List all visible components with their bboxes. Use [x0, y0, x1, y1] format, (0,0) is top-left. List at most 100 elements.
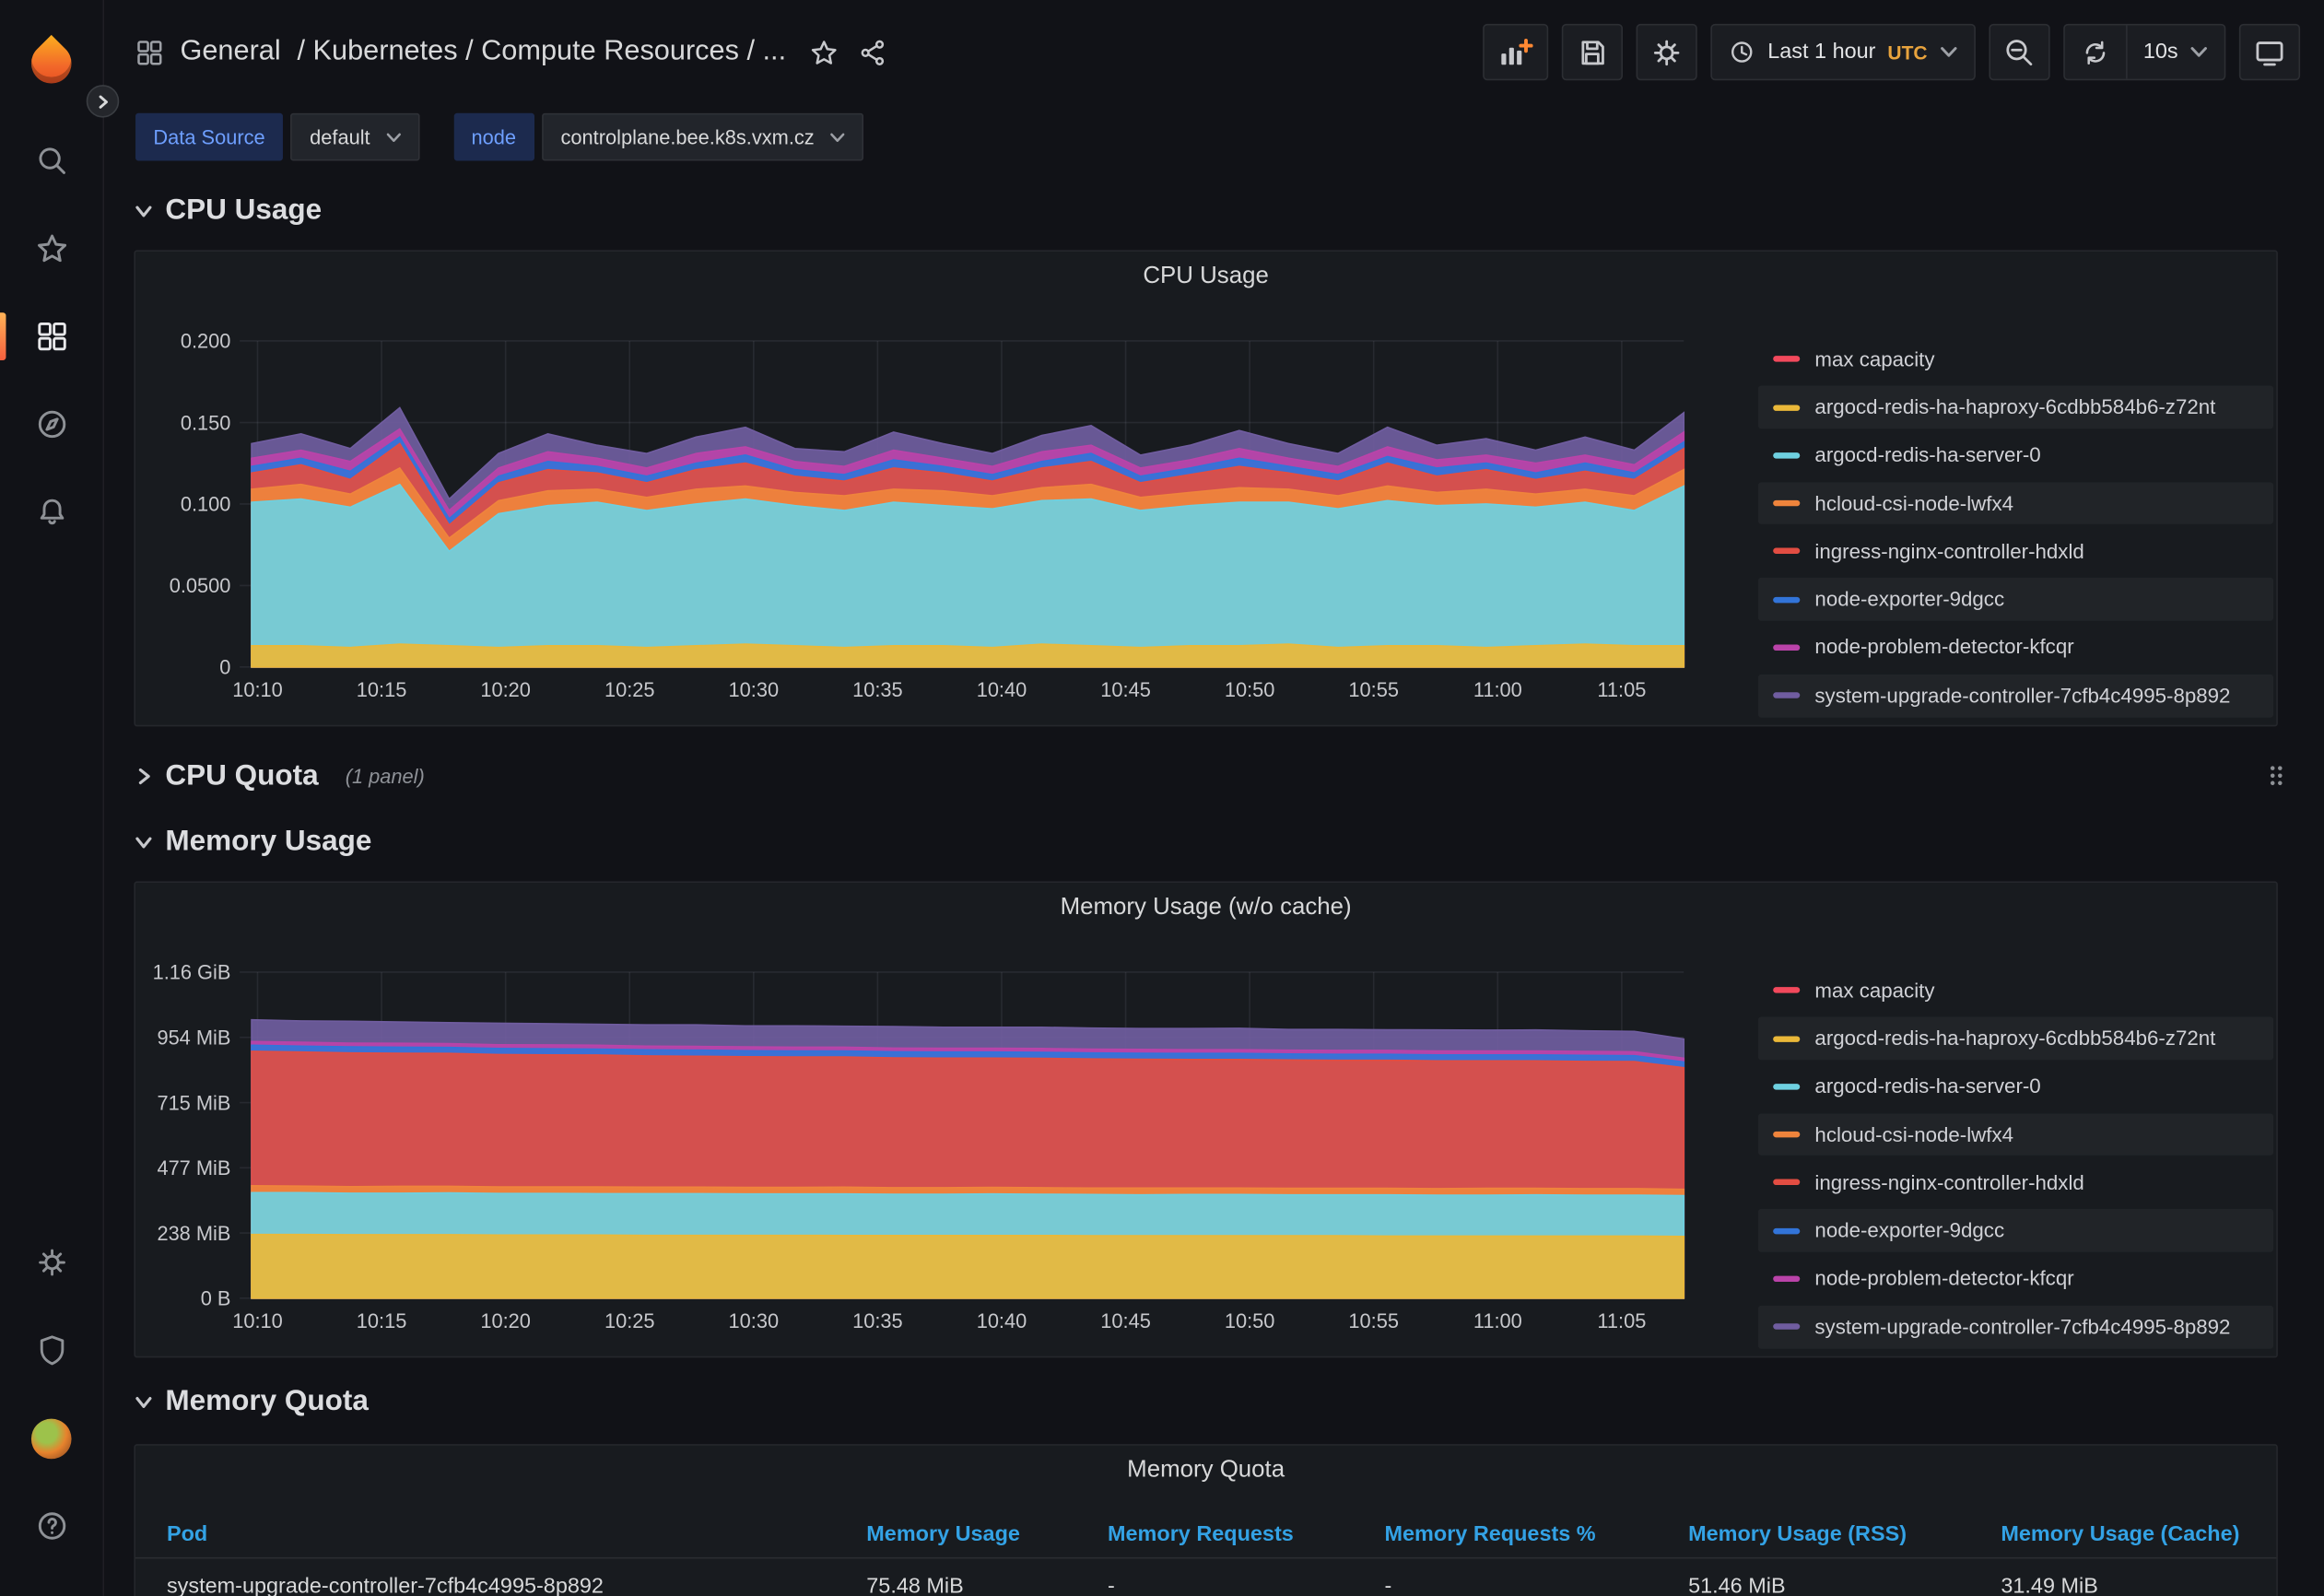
column-header[interactable]: Memory Usage (Cache) [2001, 1522, 2276, 1546]
svg-text:10:10: 10:10 [232, 678, 283, 701]
sidebar-expand-button[interactable] [87, 85, 120, 118]
datasource-variable-select[interactable]: default [290, 113, 419, 161]
zoom-out-time-button[interactable] [1989, 24, 2049, 80]
legend-series-label: system-upgrade-controller-7cfb4c4995-8p8… [1814, 1316, 2230, 1338]
legend-series-color [1773, 1324, 1800, 1330]
legend-series-color [1773, 1179, 1800, 1185]
svg-text:10:25: 10:25 [604, 1309, 655, 1332]
column-header[interactable]: Memory Requests [1108, 1522, 1385, 1546]
save-dashboard-button[interactable] [1562, 24, 1623, 80]
legend-item[interactable]: node-exporter-9dgcc [1758, 1210, 2273, 1252]
section-memory-usage[interactable]: Memory Usage [134, 822, 2300, 861]
dashboards-icon[interactable] [18, 304, 84, 370]
breadcrumb-path[interactable]: / Kubernetes / Compute Resources / ... [297, 36, 786, 69]
node-variable-label[interactable]: node [453, 113, 534, 161]
legend-item[interactable]: node-problem-detector-kfcqr [1758, 627, 2273, 669]
help-icon[interactable] [18, 1493, 84, 1558]
legend-series-label: argocd-redis-ha-haproxy-6cdbb584b6-z72nt [1814, 1027, 2215, 1050]
legend-item[interactable]: hcloud-csi-node-lwfx4 [1758, 482, 2273, 524]
table-cell: - [1385, 1575, 1689, 1596]
alerting-bell-icon[interactable] [18, 479, 84, 545]
section-memory-quota[interactable]: Memory Quota [134, 1381, 2300, 1420]
legend-series-color [1773, 596, 1800, 602]
panel-title[interactable]: Memory Quota [135, 1458, 2276, 1485]
legend-series-label: hcloud-csi-node-lwfx4 [1814, 1123, 2013, 1145]
legend-series-label: max capacity [1814, 980, 1934, 1002]
legend-item[interactable]: argocd-redis-ha-server-0 [1758, 1065, 2273, 1108]
column-header[interactable]: Memory Requests % [1385, 1522, 1689, 1546]
time-range-button[interactable]: Last 1 hour UTC [1712, 25, 1973, 78]
plus-icon [1521, 40, 1532, 50]
svg-text:10:40: 10:40 [977, 678, 1027, 701]
section-cpu-quota[interactable]: CPU Quota (1 panel) [134, 750, 2300, 801]
search-icon[interactable] [18, 128, 84, 194]
svg-text:11:05: 11:05 [1597, 678, 1646, 701]
legend-item[interactable]: ingress-nginx-controller-hdxld [1758, 1161, 2273, 1203]
svg-text:0.150: 0.150 [181, 411, 231, 434]
section-cpu-usage[interactable]: CPU Usage [134, 191, 2300, 229]
refresh-button[interactable] [2064, 25, 2125, 78]
favorite-star-icon[interactable] [810, 38, 839, 66]
share-icon[interactable] [859, 38, 887, 66]
legend-item[interactable]: node-problem-detector-kfcqr [1758, 1258, 2273, 1300]
table-cell: - [1108, 1575, 1385, 1596]
svg-text:10:45: 10:45 [1100, 678, 1151, 701]
svg-text:10:35: 10:35 [852, 1309, 903, 1332]
legend-item[interactable]: argocd-redis-ha-haproxy-6cdbb584b6-z72nt [1758, 386, 2273, 428]
svg-text:10:15: 10:15 [357, 678, 407, 701]
grafana-dashboard: General / Kubernetes / Compute Resources… [0, 0, 2324, 1596]
legend-series-color [1773, 452, 1800, 458]
legend-item[interactable]: argocd-redis-ha-server-0 [1758, 434, 2273, 476]
server-admin-shield-icon[interactable] [18, 1318, 84, 1383]
configuration-gear-icon[interactable] [18, 1229, 84, 1295]
chevron-down-icon [134, 831, 153, 851]
legend-series-color [1773, 693, 1800, 698]
legend-item[interactable]: node-exporter-9dgcc [1758, 579, 2273, 621]
refresh-interval-value: 10s [2143, 41, 2178, 65]
sidebar [0, 0, 104, 1596]
breadcrumb-root[interactable]: General [180, 36, 280, 69]
svg-text:10:45: 10:45 [1100, 1309, 1151, 1332]
grafana-logo[interactable] [18, 29, 84, 95]
svg-text:1.16 GiB: 1.16 GiB [153, 961, 231, 984]
dashboard-grid-icon[interactable] [135, 38, 164, 66]
svg-text:10:20: 10:20 [480, 1309, 531, 1332]
add-panel-button[interactable] [1484, 24, 1549, 80]
node-variable-select[interactable]: controlplane.bee.k8s.vxm.cz [541, 113, 863, 161]
legend-series-label: node-problem-detector-kfcqr [1814, 637, 2073, 659]
toolbar-right: Last 1 hour UTC 10s [1484, 24, 2300, 80]
legend-item[interactable]: argocd-redis-ha-haproxy-6cdbb584b6-z72nt [1758, 1017, 2273, 1060]
cpu-quota-header[interactable]: CPU Quota (1 panel) [134, 750, 424, 801]
topbar: General / Kubernetes / Compute Resources… [104, 0, 2324, 104]
column-header[interactable]: Memory Usage (RSS) [1688, 1522, 2001, 1546]
legend-series-label: system-upgrade-controller-7cfb4c4995-8p8… [1814, 685, 2230, 707]
explore-compass-icon[interactable] [18, 392, 84, 457]
datasource-variable-label[interactable]: Data Source [135, 113, 283, 161]
refresh-interval-select[interactable]: 10s [2125, 25, 2224, 78]
svg-text:10:55: 10:55 [1348, 678, 1399, 701]
grafana-flame-icon [23, 34, 80, 91]
dashboard-settings-button[interactable] [1637, 24, 1697, 80]
svg-text:10:55: 10:55 [1348, 1309, 1399, 1332]
legend-item[interactable]: system-upgrade-controller-7cfb4c4995-8p8… [1758, 1306, 2273, 1348]
legend-item[interactable]: system-upgrade-controller-7cfb4c4995-8p8… [1758, 675, 2273, 717]
svg-text:10:20: 10:20 [480, 678, 531, 701]
svg-text:10:35: 10:35 [852, 678, 903, 701]
legend-item[interactable]: hcloud-csi-node-lwfx4 [1758, 1113, 2273, 1156]
clock-icon [1729, 39, 1755, 65]
user-avatar[interactable] [18, 1405, 84, 1471]
starred-icon[interactable] [18, 216, 84, 281]
chevron-down-icon [134, 1391, 153, 1411]
cycle-view-mode-button[interactable] [2239, 24, 2300, 80]
column-header[interactable]: Memory Usage [866, 1522, 1108, 1546]
legend-item[interactable]: max capacity [1758, 338, 2273, 381]
legend-series-color [1773, 988, 1800, 993]
legend-item[interactable]: max capacity [1758, 969, 2273, 1012]
legend-item[interactable]: ingress-nginx-controller-hdxld [1758, 530, 2273, 572]
svg-text:0 B: 0 B [201, 1287, 231, 1310]
drag-handle-icon[interactable] [2268, 764, 2285, 795]
table-row[interactable]: system-upgrade-controller-7cfb4c4995-8p8… [135, 1559, 2276, 1596]
svg-text:10:40: 10:40 [977, 1309, 1027, 1332]
column-header[interactable]: Pod [167, 1522, 866, 1546]
section-title: Memory Quota [165, 1384, 369, 1418]
